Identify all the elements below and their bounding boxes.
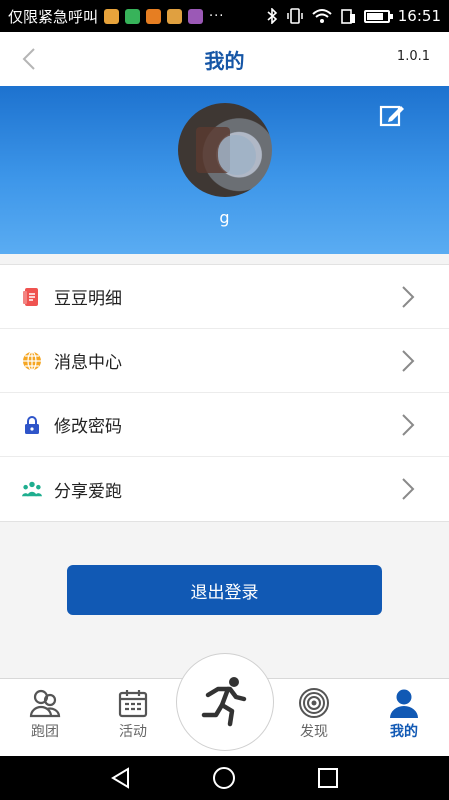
app-notification-icon [125, 8, 141, 24]
edit-profile-button[interactable] [379, 102, 405, 128]
app-notification-icon [188, 8, 204, 24]
avatar[interactable] [178, 103, 272, 197]
edit-icon [379, 105, 404, 127]
tab-label: 跑团 [31, 724, 59, 740]
menu-item-label: 豆豆明细 [54, 289, 122, 309]
back-button[interactable] [14, 44, 44, 74]
menu-item-bean-details[interactable]: 豆豆明细 [0, 265, 449, 329]
nav-home-icon[interactable] [212, 766, 236, 790]
menu-item-share[interactable]: 分享爱跑 [0, 457, 449, 521]
bluetooth-icon [267, 8, 277, 24]
app-notification-icon [104, 8, 120, 24]
menu-item-label: 分享爱跑 [54, 481, 122, 502]
nav-recents-icon[interactable] [317, 767, 339, 789]
tab-label: 发现 [300, 724, 328, 740]
group-icon [29, 689, 61, 718]
battery-icon [363, 9, 393, 23]
runner-icon [201, 677, 247, 727]
chevron-left-icon [22, 48, 35, 70]
tab-label: 我的 [390, 724, 418, 740]
chevron-right-icon [402, 414, 415, 436]
menu-item-label: 消息中心 [54, 353, 122, 373]
user-icon [390, 689, 418, 718]
system-nav-bar [0, 756, 449, 800]
clock: 16:51 [397, 7, 441, 25]
carrier-text: 仅限紧急呼叫 [8, 7, 99, 26]
vibrate-icon [287, 8, 303, 24]
tab-running-group[interactable]: 跑团 [10, 687, 80, 741]
more-notifications: ··· [209, 8, 225, 24]
chevron-right-icon [402, 478, 415, 500]
chevron-right-icon [402, 286, 415, 308]
chevron-right-icon [402, 350, 415, 372]
tab-label: 活动 [119, 724, 147, 740]
version-label: 1.0.1 [396, 49, 430, 64]
menu-item-label: 修改密码 [54, 417, 122, 437]
tab-mine[interactable]: 我的 [369, 687, 439, 741]
people-icon [22, 479, 42, 499]
nav-back-icon[interactable] [110, 767, 132, 789]
target-icon [299, 688, 329, 718]
menu-item-message-center[interactable]: 消息中心 [0, 329, 449, 393]
app-notification-icon [146, 8, 162, 24]
page-title: 我的 [204, 48, 245, 73]
logout-button[interactable]: 退出登录 [67, 565, 382, 615]
calendar-icon [118, 690, 148, 718]
status-bar: 仅限紧急呼叫 ··· 16:51 [0, 0, 449, 32]
lock-icon [22, 415, 42, 435]
profile-banner: g [0, 86, 449, 254]
sim-icon [340, 9, 355, 24]
document-icon [22, 287, 42, 307]
globe-icon [22, 350, 42, 371]
tab-activity[interactable]: 活动 [98, 687, 168, 741]
start-run-button[interactable] [176, 653, 274, 751]
menu-list: 豆豆明细 消息中心 修改密码 分享爱跑 [0, 264, 449, 522]
username: g [219, 208, 230, 227]
top-header: 我的 1.0.1 [0, 32, 449, 86]
menu-item-change-password[interactable]: 修改密码 [0, 393, 449, 457]
tab-discover[interactable]: 发现 [279, 687, 349, 741]
wifi-icon [312, 9, 332, 23]
app-notification-icon [167, 8, 183, 24]
